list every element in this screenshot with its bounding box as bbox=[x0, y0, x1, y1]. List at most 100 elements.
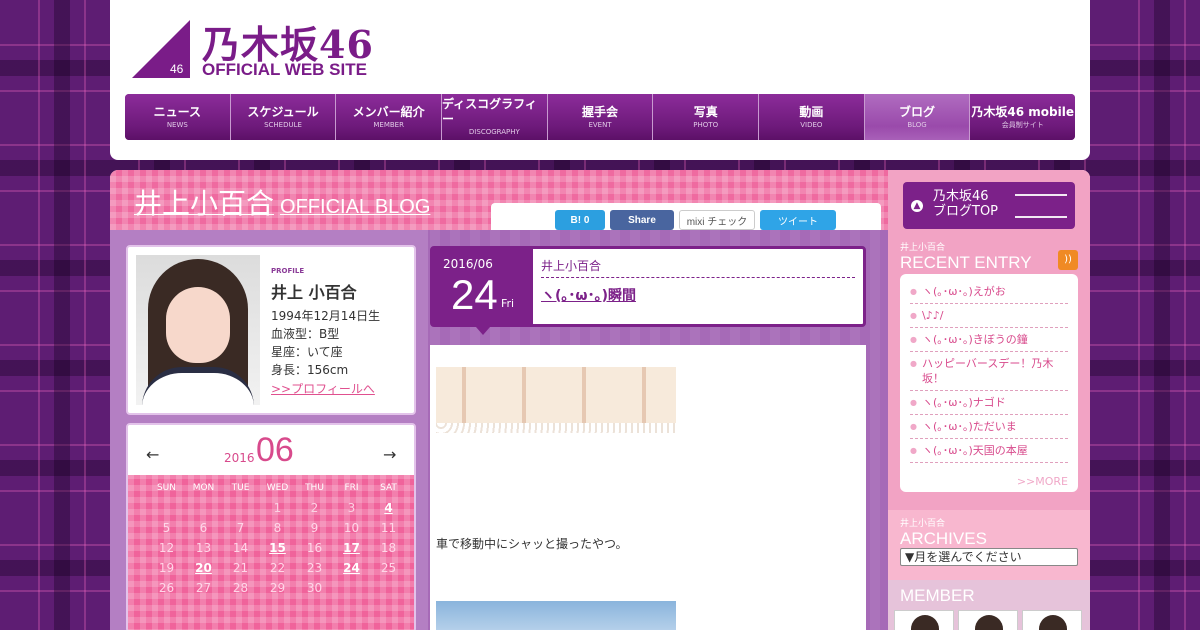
logo-subtitle[interactable]: OFFICIAL WEB SITE bbox=[202, 60, 367, 80]
entry-date: 2016/06 24 Fri bbox=[433, 249, 533, 324]
calendar-day: 18 bbox=[380, 541, 397, 555]
recent-entry-item[interactable]: ヽ(｡･ω･｡)きぼうの鐘 bbox=[910, 328, 1068, 352]
calendar-day: 26 bbox=[158, 581, 175, 595]
recent-entry-heading: 井上小百合 RECENT ENTRY bbox=[900, 240, 1032, 273]
calendar-day: 23 bbox=[306, 561, 323, 575]
nav-event[interactable]: 握手会 EVENT bbox=[547, 94, 654, 140]
recent-entry-list: ヽ(｡･ω･｡)えがお \♪♪/ ヽ(｡･ω･｡)きぼうの鐘 ハッピーバースデー… bbox=[900, 274, 1078, 463]
site-header: 46 乃木坂46 OFFICIAL WEB SITE ニュース NEWS スケジュ… bbox=[110, 0, 1090, 160]
entry-photo-1[interactable] bbox=[436, 367, 676, 431]
member-thumbnail[interactable] bbox=[894, 610, 954, 630]
nav-blog[interactable]: ブログ BLOG bbox=[864, 94, 971, 140]
recent-entry-item[interactable]: ヽ(｡･ω･｡)ただいま bbox=[910, 415, 1068, 439]
calendar-day: 19 bbox=[158, 561, 175, 575]
facebook-share-button[interactable]: Share bbox=[610, 210, 674, 230]
profile-sign: 星座：いて座 bbox=[271, 345, 343, 359]
entry-title[interactable]: ヽ(｡･ω･｡)瞬間 bbox=[541, 285, 636, 305]
entry-year-month: 2016/06 bbox=[443, 257, 493, 271]
nav-sublabel: EVENT bbox=[588, 120, 612, 129]
calendar-day: 2 bbox=[310, 501, 319, 515]
calendar-day: 3 bbox=[347, 501, 356, 515]
calendar-weekday-label: FRI bbox=[344, 483, 359, 493]
blog-top-label: 乃木坂46 ブログTOP bbox=[933, 189, 998, 219]
profile-photo[interactable] bbox=[136, 255, 260, 405]
nav-schedule[interactable]: スケジュール SCHEDULE bbox=[230, 94, 337, 140]
calendar-day: 28 bbox=[232, 581, 249, 595]
archives-heading: 井上小百合 ARCHIVES bbox=[900, 516, 987, 549]
calendar-month: 06 bbox=[256, 431, 294, 469]
calendar-day: 5 bbox=[162, 521, 171, 535]
calendar-prev-arrow-icon[interactable]: ← bbox=[146, 445, 159, 464]
calendar-day[interactable]: 17 bbox=[333, 541, 370, 557]
archives-month-select[interactable]: ▼月を選んでください bbox=[900, 548, 1078, 566]
calendar-day: 12 bbox=[158, 541, 175, 555]
recent-entry-item[interactable]: \♪♪/ bbox=[910, 304, 1068, 328]
profile-height: 身長：156cm bbox=[271, 363, 349, 377]
calendar-day: 30 bbox=[306, 581, 323, 595]
blog-title-link[interactable]: 井上小百合 OFFICIAL BLOG bbox=[134, 182, 430, 222]
nav-mobile[interactable]: 乃木坂46 mobile 会員制サイト bbox=[970, 94, 1075, 140]
recent-title: RECENT ENTRY bbox=[900, 253, 1032, 272]
entry-photo-2[interactable] bbox=[436, 601, 676, 630]
main-nav: ニュース NEWS スケジュール SCHEDULE メンバー紹介 MEMBER ディス… bbox=[125, 94, 1075, 140]
archives-title: ARCHIVES bbox=[900, 529, 987, 548]
calendar-empty-cell bbox=[370, 581, 407, 597]
calendar-next-arrow-icon[interactable]: → bbox=[383, 445, 396, 464]
entry-text: 車で移動中にシャッと撮ったやつ。 bbox=[436, 537, 628, 551]
recent-entry-item[interactable]: ヽ(｡･ω･｡)えがお bbox=[910, 280, 1068, 304]
nav-label: ブログ bbox=[899, 104, 936, 119]
nav-label: スケジュール bbox=[247, 104, 319, 119]
calendar-weekday-label: SUN bbox=[156, 483, 177, 493]
nav-label: 握手会 bbox=[582, 104, 619, 119]
member-thumbnail[interactable] bbox=[1022, 610, 1082, 630]
blog-owner-name: 井上小百合 bbox=[134, 187, 275, 220]
entry-author[interactable]: 井上小百合 bbox=[541, 257, 855, 278]
profile-card: PROFILE 井上 小百合 1994年12月14日生 血液型：B型 星座：いて… bbox=[126, 245, 416, 415]
nav-video[interactable]: 動画 VIDEO bbox=[759, 94, 865, 140]
mixi-check-button[interactable]: mixi チェック bbox=[679, 210, 755, 230]
nav-member[interactable]: メンバー紹介 MEMBER bbox=[336, 94, 443, 140]
calendar-day[interactable]: 4 bbox=[370, 501, 407, 517]
profile-details: 1994年12月14日生 血液型：B型 星座：いて座 身長：156cm bbox=[271, 307, 380, 379]
profile-blood: 血液型：B型 bbox=[271, 327, 340, 341]
calendar-day: 13 bbox=[195, 541, 212, 555]
calendar-day: 22 bbox=[269, 561, 286, 575]
calendar-weekday-label: TUE bbox=[231, 483, 250, 493]
nav-sublabel: NEWS bbox=[166, 120, 188, 129]
nav-label: 写真 bbox=[693, 104, 718, 119]
blog-top-button[interactable]: ▲ 乃木坂46 ブログTOP bbox=[903, 182, 1075, 229]
recent-entry-item[interactable]: ヽ(｡･ω･｡)天国の本屋 bbox=[910, 439, 1068, 463]
calendar-day: 25 bbox=[380, 561, 397, 575]
calendar-day: 10 bbox=[343, 521, 360, 535]
nav-label: 乃木坂46 mobile bbox=[971, 104, 1074, 119]
recent-entry-item[interactable]: ヽ(｡･ω･｡)ナゴド bbox=[910, 391, 1068, 415]
archives-owner: 井上小百合 bbox=[900, 519, 946, 529]
nav-sublabel: PHOTO bbox=[693, 120, 719, 129]
calendar-day[interactable]: 15 bbox=[259, 541, 296, 557]
calendar-grid: SUN MON TUE WED THU FRI SAT 1 2 3 4 5 6 7 8 9 10 11 12 13 14… bbox=[148, 483, 410, 597]
recent-owner: 井上小百合 bbox=[900, 243, 946, 253]
nav-news[interactable]: ニュース NEWS bbox=[125, 94, 231, 140]
calendar-header: ← 2016 06 → bbox=[128, 425, 414, 475]
calendar-empty-cell bbox=[148, 501, 185, 517]
profile-link[interactable]: >>プロフィールへ bbox=[271, 380, 375, 397]
hatena-bookmark-button[interactable]: B! 0 bbox=[555, 210, 605, 230]
twitter-tweet-button[interactable]: ツイート bbox=[760, 210, 836, 230]
calendar-day: 7 bbox=[236, 521, 245, 535]
calendar-body: SUN MON TUE WED THU FRI SAT 1 2 3 4 5 6 7 8 9 10 11 12 13 14… bbox=[128, 475, 414, 630]
nav-photo[interactable]: 写真 PHOTO bbox=[653, 94, 760, 140]
rss-icon[interactable]: )) bbox=[1058, 250, 1078, 270]
more-link[interactable]: >>MORE bbox=[1017, 475, 1068, 488]
member-thumbnail[interactable] bbox=[958, 610, 1018, 630]
nav-label: ニュース bbox=[153, 104, 202, 119]
calendar-day[interactable]: 20 bbox=[185, 561, 222, 577]
calendar-weekday-label: SAT bbox=[380, 483, 397, 493]
recent-entry-item[interactable]: ハッピーバースデー！乃木坂！ bbox=[910, 352, 1068, 391]
chevron-up-icon: ▲ bbox=[911, 200, 923, 212]
nav-discography[interactable]: ディスコグラフィー DISCOGRAPHY bbox=[442, 94, 548, 140]
entry-day: 24 bbox=[451, 271, 498, 318]
calendar-day[interactable]: 24 bbox=[333, 561, 370, 577]
calendar-weekday-label: THU bbox=[305, 483, 324, 493]
calendar-day: 8 bbox=[273, 521, 282, 535]
calendar-empty-cell bbox=[333, 581, 370, 597]
